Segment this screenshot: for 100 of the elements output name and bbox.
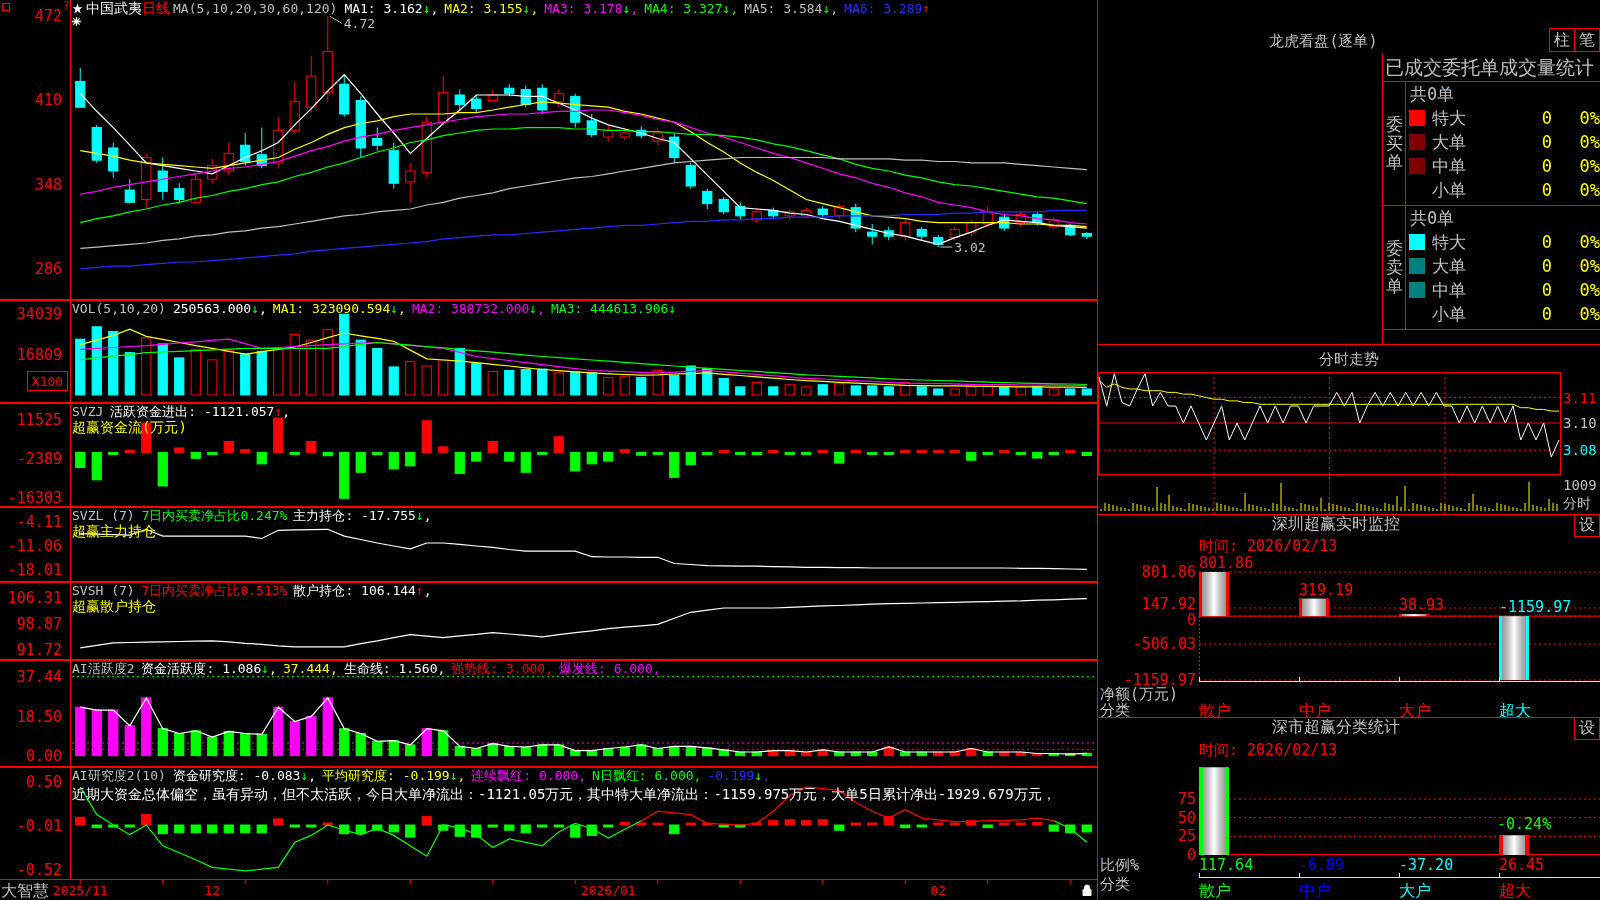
axis-label: 801.86 xyxy=(1141,563,1196,581)
axis-label: 3.08 xyxy=(1563,442,1597,459)
sparkle-icon xyxy=(72,17,81,26)
candle xyxy=(1032,211,1043,226)
axis-hint-text: ? xyxy=(63,0,70,12)
view-button[interactable]: 柱 xyxy=(1549,28,1575,52)
category-label: 中户 xyxy=(1299,700,1331,717)
volume-scale-label: 1009 xyxy=(1563,477,1597,493)
category-label: 大户 xyxy=(1399,700,1431,717)
annotation: 4.72 xyxy=(343,16,376,32)
star-icon xyxy=(72,3,83,14)
candle xyxy=(289,80,300,134)
legend-value: 爆发线: 6.000, xyxy=(559,661,661,676)
candle xyxy=(339,75,350,118)
view-button[interactable]: 笔 xyxy=(1574,28,1600,52)
candle xyxy=(586,113,597,138)
order-size-label: 中单 xyxy=(1432,280,1466,300)
axis-label: 286 xyxy=(34,259,62,278)
axis-label: 0 xyxy=(1186,846,1196,864)
axis-label: 0 xyxy=(1186,611,1196,630)
time-label: 时间: 2026/02/13 xyxy=(1199,537,1338,555)
order-size-label: 大单 xyxy=(1432,132,1466,152)
order-count: 0 xyxy=(1541,156,1552,176)
candle xyxy=(735,201,746,221)
axis-label: -2389 xyxy=(16,450,62,469)
order-percent: 0% xyxy=(1579,180,1600,200)
axis-label: 37.44 xyxy=(16,667,62,686)
legend-value: -0.199↓, xyxy=(707,768,771,783)
lock-icon xyxy=(1082,884,1092,896)
candle xyxy=(1065,223,1076,237)
candle xyxy=(438,75,449,126)
candle xyxy=(256,127,267,169)
legend-value: 主力持仓: -17.755↓, xyxy=(293,508,432,523)
indicator-name: SVSH (7) xyxy=(72,583,135,598)
order-percent: 0% xyxy=(1579,108,1600,128)
candle xyxy=(1015,211,1026,228)
order-count: 0 xyxy=(1541,132,1552,152)
candle xyxy=(124,178,135,205)
candle xyxy=(636,125,647,139)
candle xyxy=(652,127,663,146)
candle xyxy=(817,205,828,218)
candle xyxy=(784,208,795,221)
legend-value: 7日内买卖净占比0.247% xyxy=(141,508,288,523)
value-label: 319.19 xyxy=(1299,580,1354,599)
value-label: 117.64 xyxy=(1199,856,1254,874)
legend-value: 7日内买卖净占比0.513% xyxy=(141,583,288,598)
value-label: 801.86 xyxy=(1199,555,1254,572)
candle xyxy=(685,162,696,190)
indicator-name: SVZL (7) xyxy=(72,508,135,523)
candle xyxy=(801,207,812,220)
axis-label: 348 xyxy=(34,175,62,194)
candle xyxy=(487,89,498,103)
candle xyxy=(669,132,680,164)
candle xyxy=(454,89,465,111)
legend-value: 资金研究度: -0.083↓, xyxy=(172,768,317,783)
candle xyxy=(141,152,152,210)
indicator-name: AI活跃度2 xyxy=(72,661,135,676)
candle xyxy=(1048,216,1059,230)
axis-label: -16303 xyxy=(7,489,62,507)
table-title: 已成交委托单成交量统计 xyxy=(1383,54,1600,82)
axis-label: -18.01 xyxy=(7,561,62,580)
settings-button[interactable]: 设 xyxy=(1574,515,1600,537)
settings-button[interactable]: 设 xyxy=(1574,718,1600,740)
legend-value: 平均研究度: -0.199↓, xyxy=(322,768,466,783)
candle xyxy=(207,158,218,184)
axis-label: 410 xyxy=(34,91,62,110)
axis-title: 比例% xyxy=(1100,856,1140,874)
candle xyxy=(520,85,531,108)
order-total: 共0单 xyxy=(1410,207,1455,229)
order-count: 0 xyxy=(1541,280,1552,300)
value-label: -37.20 xyxy=(1399,856,1454,874)
order-size-label: 大单 xyxy=(1432,256,1466,276)
legend-value: MA1: 323090.594↓, xyxy=(272,301,406,316)
legend-value: 连续飘红: 0.000, xyxy=(471,768,586,783)
axis-title: 分类 xyxy=(1100,875,1130,893)
value-label: -1159.97 xyxy=(1499,598,1572,617)
candle xyxy=(240,132,251,167)
candle xyxy=(355,95,366,158)
legend-value: 散户持仓: 106.144↑, xyxy=(293,583,432,598)
candle xyxy=(223,142,234,176)
order-percent: 0% xyxy=(1579,280,1600,300)
legend-value: MA6: 3.289↑ xyxy=(844,1,931,16)
axis-label: -11.06 xyxy=(7,537,62,556)
axis-label: 472 xyxy=(34,7,62,26)
candle xyxy=(834,203,845,220)
bar-annotation: -0.24% xyxy=(1497,815,1552,834)
legend-value: MA3: 3.178↓, xyxy=(544,1,639,16)
legend-value: 生命线: 1.560, xyxy=(343,661,446,676)
candle xyxy=(883,226,894,241)
axis-label: 3.10 xyxy=(1563,415,1597,431)
candle xyxy=(190,173,201,205)
order-percent: 0% xyxy=(1579,304,1600,324)
square-icon xyxy=(2,3,10,11)
order-size-label: 特大 xyxy=(1432,108,1466,128)
panel-title: 深市超赢分类统计 xyxy=(1272,718,1400,736)
order-size-label: 中单 xyxy=(1432,156,1466,176)
value-label: 38.93 xyxy=(1399,596,1445,614)
candle xyxy=(553,89,564,108)
axis-label: 16809 xyxy=(16,346,62,365)
legend-value: MA2: 3.155↓, xyxy=(444,1,539,16)
